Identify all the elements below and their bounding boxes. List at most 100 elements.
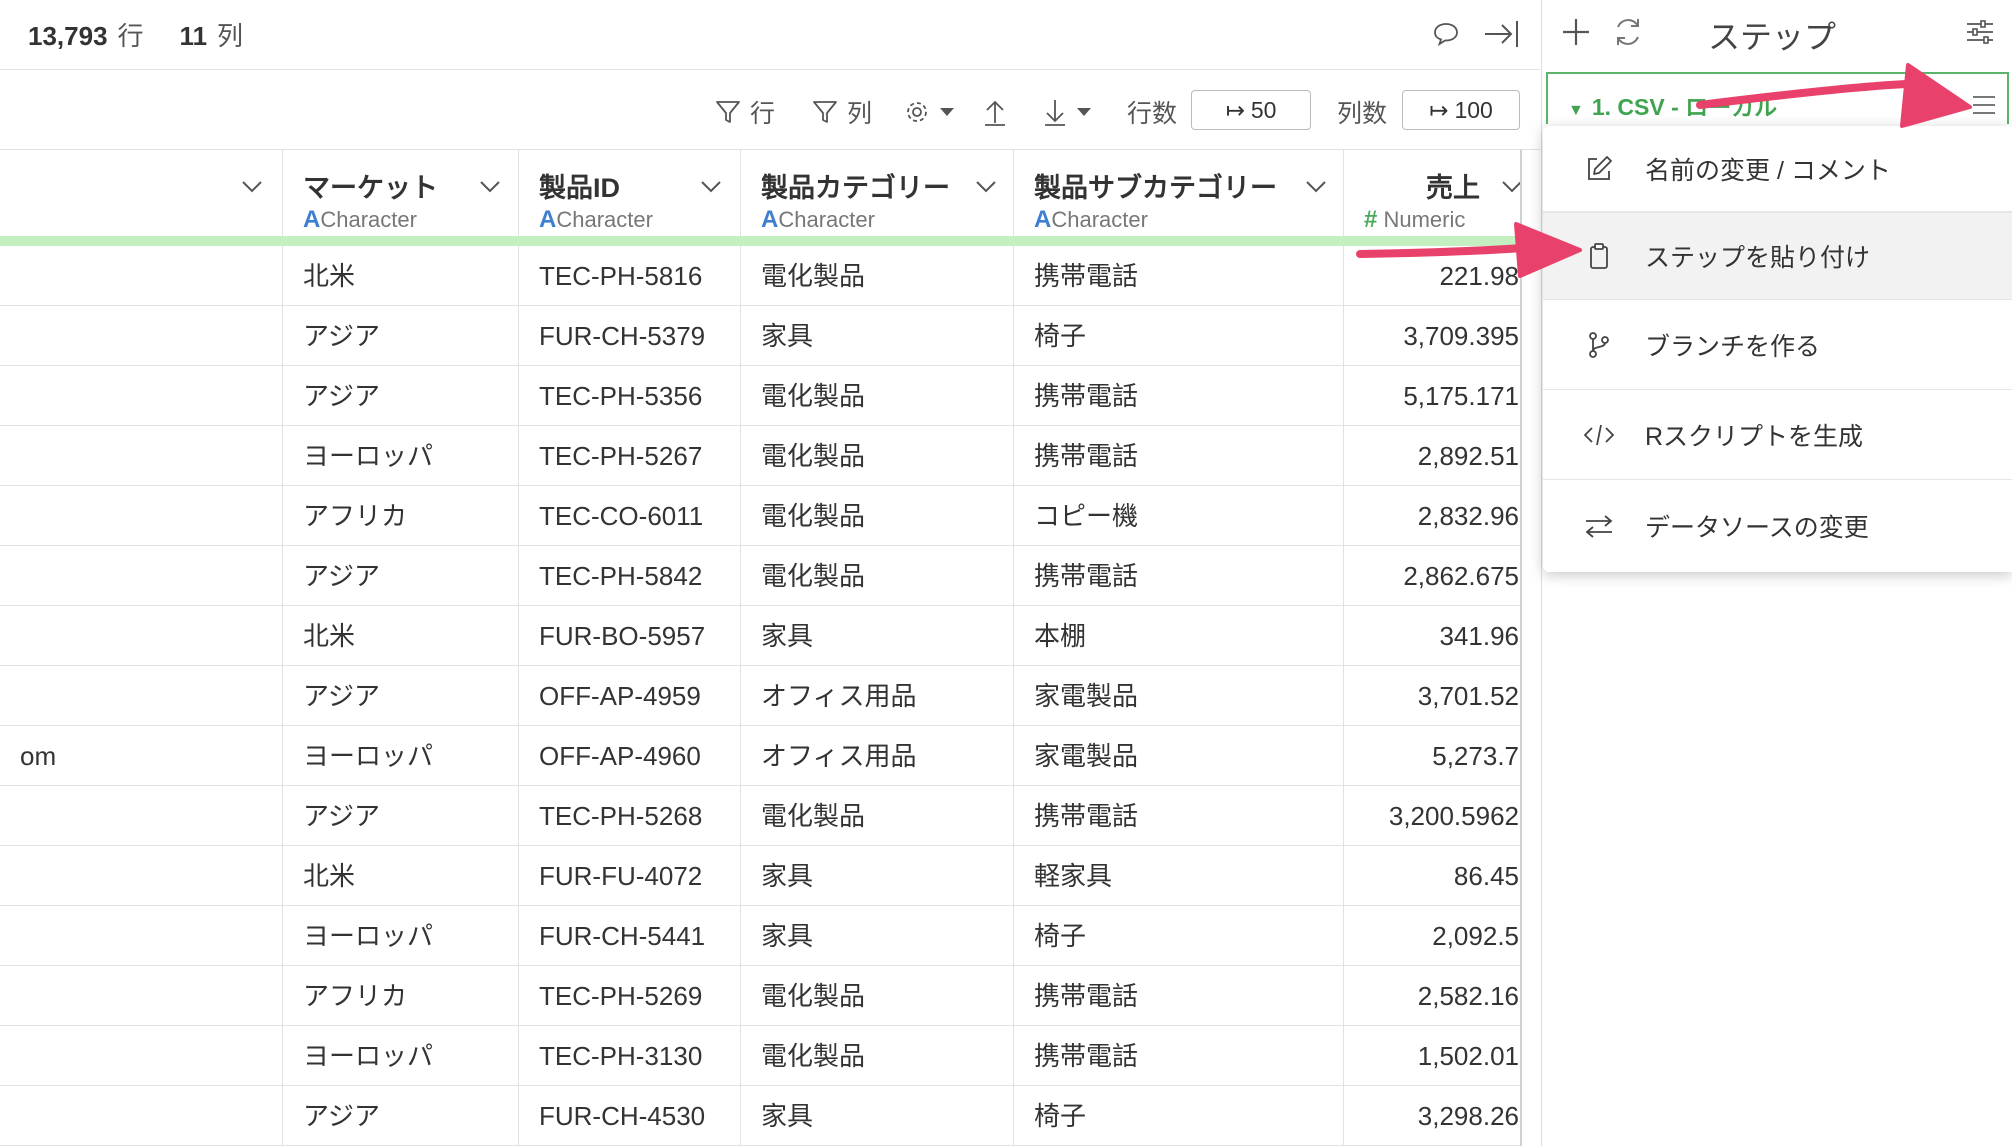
cell-product-id: TEC-PH-5356 bbox=[519, 366, 741, 426]
cell-partial bbox=[0, 1086, 283, 1146]
code-icon bbox=[1583, 419, 1615, 451]
cell-product-category: 電化製品 bbox=[741, 246, 1014, 306]
filter-rows-button[interactable]: 行 bbox=[714, 94, 775, 130]
row-count-label: 行数 bbox=[1127, 100, 1178, 128]
filter-icon bbox=[813, 101, 837, 123]
table-row: アジア TEC-PH-5356 電化製品 携帯電話 5,175.171 bbox=[0, 366, 1521, 426]
row-count-button[interactable]: ↦ 50 bbox=[1191, 90, 1311, 130]
chevron-down-icon[interactable] bbox=[974, 174, 998, 198]
cell-product-category: 家具 bbox=[741, 606, 1014, 666]
comment-icon[interactable] bbox=[1426, 14, 1466, 54]
cell-product-subcategory: コピー機 bbox=[1014, 486, 1344, 546]
sort-descending-dropdown[interactable] bbox=[1042, 94, 1092, 130]
arrow-up-icon bbox=[985, 100, 1005, 126]
cell-product-id: FUR-CH-5441 bbox=[519, 906, 741, 966]
cell-market: ヨーロッパ bbox=[283, 906, 519, 966]
cell-product-subcategory: 椅子 bbox=[1014, 906, 1344, 966]
menu-item-label: ブランチを作る bbox=[1645, 332, 1821, 361]
collapse-right-icon[interactable] bbox=[1482, 14, 1522, 54]
menu-item-paste-step[interactable]: ステップを貼り付け bbox=[1543, 212, 2012, 300]
menu-item-change-data-source[interactable]: データソースの変更 bbox=[1543, 480, 2012, 572]
chevron-down-icon[interactable] bbox=[478, 174, 502, 198]
cell-product-subcategory: 家電製品 bbox=[1014, 726, 1344, 786]
cell-product-id: TEC-PH-5268 bbox=[519, 786, 741, 846]
gear-icon bbox=[907, 102, 927, 122]
cell-product-category: 家具 bbox=[741, 846, 1014, 906]
cell-partial bbox=[0, 906, 283, 966]
character-type-icon: A bbox=[761, 206, 779, 233]
column-distribution-bar bbox=[0, 236, 1521, 246]
cell-market: アジア bbox=[283, 1086, 519, 1146]
cell-market: ヨーロッパ bbox=[283, 726, 519, 786]
step-item-csv[interactable]: ▼ 1. CSV - ローカル bbox=[1546, 72, 2009, 124]
step-label: ▼ 1. CSV - ローカル bbox=[1568, 94, 1778, 120]
add-step-icon[interactable] bbox=[1558, 14, 1598, 54]
sort-ascending-button[interactable] bbox=[982, 94, 1008, 130]
edit-icon bbox=[1583, 153, 1615, 185]
cell-market: アジア bbox=[283, 666, 519, 726]
cell-partial bbox=[0, 606, 283, 666]
character-type-icon: A bbox=[303, 206, 321, 233]
menu-item-label: ステップを貼り付け bbox=[1645, 244, 1871, 272]
table-row: ヨーロッパ FUR-CH-5441 家具 椅子 2,092.5 bbox=[0, 906, 1521, 966]
cell-sales: 2,892.51 bbox=[1417, 441, 1519, 471]
cell-product-category: 家具 bbox=[741, 906, 1014, 966]
column-count-button[interactable]: ↦ 100 bbox=[1402, 90, 1520, 130]
column-header-product-subcategory[interactable]: 製品サブカテゴリー ACharacter bbox=[1014, 150, 1344, 236]
column-type: # Numeric bbox=[1364, 206, 1466, 233]
chevron-down-icon[interactable] bbox=[240, 174, 264, 198]
chevron-down-icon[interactable] bbox=[699, 174, 723, 198]
cell-market: アフリカ bbox=[283, 966, 519, 1026]
cell-product-subcategory: 椅子 bbox=[1014, 1086, 1344, 1146]
chevron-down-icon[interactable] bbox=[1304, 174, 1328, 198]
cell-sales: 2,862.675 bbox=[1403, 561, 1519, 591]
cell-product-id: TEC-PH-5267 bbox=[519, 426, 741, 486]
refresh-icon[interactable] bbox=[1610, 14, 1650, 54]
filter-columns-button[interactable]: 列 bbox=[811, 94, 872, 130]
column-header-partial[interactable] bbox=[0, 150, 283, 236]
column-name: 製品ID bbox=[539, 173, 620, 203]
cell-product-id: TEC-CO-6011 bbox=[519, 486, 741, 546]
column-header-product-category[interactable]: 製品カテゴリー ACharacter bbox=[741, 150, 1014, 236]
cell-sales: 341.96 bbox=[1439, 621, 1519, 651]
grid-scrollbar-edge bbox=[1520, 150, 1522, 1146]
menu-item-rename-comment[interactable]: 名前の変更 / コメント bbox=[1543, 126, 2012, 212]
column-header-market[interactable]: マーケット ACharacter bbox=[283, 150, 519, 236]
cell-product-id: TEC-PH-5842 bbox=[519, 546, 741, 606]
cell-product-subcategory: 携帯電話 bbox=[1014, 1026, 1344, 1086]
hamburger-menu-icon[interactable] bbox=[1971, 94, 1997, 116]
cell-partial bbox=[0, 666, 283, 726]
cell-product-category: 電化製品 bbox=[741, 426, 1014, 486]
cell-market: アジア bbox=[283, 366, 519, 426]
column-count-value: 100 bbox=[1454, 96, 1493, 123]
column-name: 売上 bbox=[1426, 173, 1480, 203]
chevron-down-icon[interactable] bbox=[1500, 174, 1521, 198]
steps-title: ステップ bbox=[1708, 19, 1837, 55]
settings-sliders-icon[interactable] bbox=[1964, 16, 2000, 52]
cell-product-category: 電化製品 bbox=[741, 966, 1014, 1026]
column-header-product-id[interactable]: 製品ID ACharacter bbox=[519, 150, 741, 236]
cell-sales: 3,709.395 bbox=[1403, 321, 1519, 351]
cell-sales: 5,175.171 bbox=[1403, 381, 1519, 411]
settings-dropdown[interactable] bbox=[903, 94, 955, 130]
cell-product-subcategory: 椅子 bbox=[1014, 306, 1344, 366]
cell-product-subcategory: 携帯電話 bbox=[1014, 546, 1344, 606]
table-row: ヨーロッパ TEC-PH-5267 電化製品 携帯電話 2,892.51 bbox=[0, 426, 1521, 486]
cell-sales: 5,273.7 bbox=[1432, 741, 1519, 771]
cell-market: 北米 bbox=[283, 846, 519, 906]
column-name: マーケット bbox=[303, 173, 438, 203]
table-row: アジア OFF-AP-4959 オフィス用品 家電製品 3,701.52 bbox=[0, 666, 1521, 726]
steps-header: ステップ bbox=[1542, 0, 2012, 70]
cell-product-id: FUR-CH-4530 bbox=[519, 1086, 741, 1146]
menu-item-label: Rスクリプトを生成 bbox=[1645, 422, 1864, 451]
clipboard-icon bbox=[1583, 240, 1615, 272]
menu-item-create-branch[interactable]: ブランチを作る bbox=[1543, 300, 2012, 390]
column-type: ACharacter bbox=[303, 206, 417, 233]
column-name: 製品カテゴリー bbox=[761, 173, 950, 203]
jump-to-icon: ↦ bbox=[1429, 96, 1449, 123]
menu-item-generate-r-script[interactable]: Rスクリプトを生成 bbox=[1543, 390, 2012, 480]
cell-sales: 1,502.01 bbox=[1417, 1041, 1519, 1071]
cell-partial bbox=[0, 306, 283, 366]
cell-sales: 3,701.52 bbox=[1417, 681, 1519, 711]
column-header-sales[interactable]: 売上 # Numeric bbox=[1344, 150, 1521, 236]
